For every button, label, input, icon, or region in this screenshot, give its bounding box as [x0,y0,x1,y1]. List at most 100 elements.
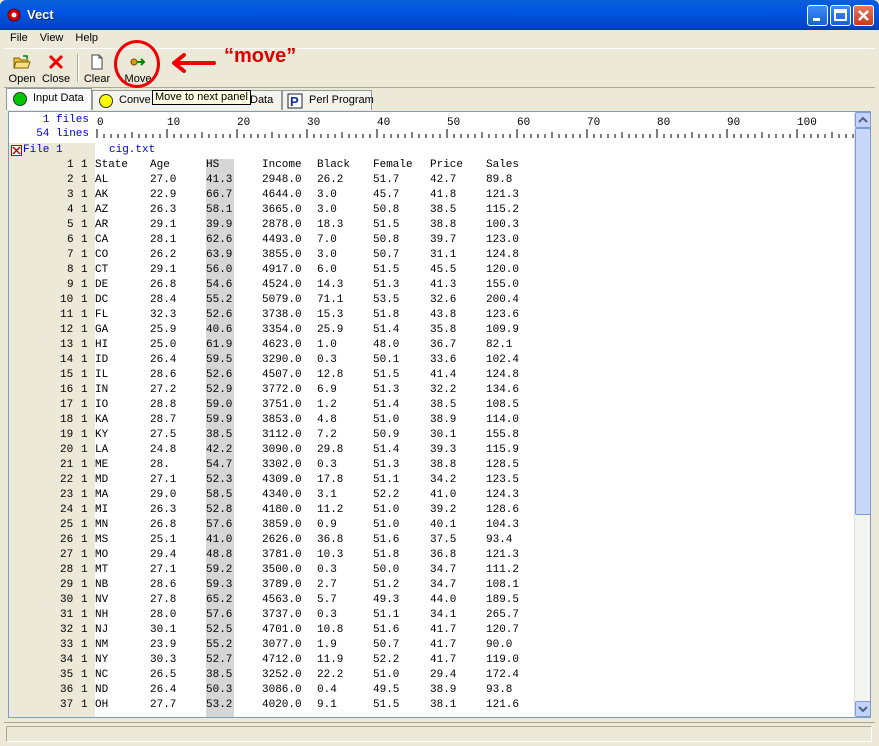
file-content[interactable]: File 1 cig.txt 1 1 State Age HS Income Black… [9,143,856,717]
column-header[interactable]: Female [373,158,413,173]
table-cell: 50.9 [373,429,400,441]
table-cell: MD [95,474,109,486]
column-header[interactable]: Income [262,158,302,173]
table-cell: 123.0 [486,234,520,246]
line-number: 10 [60,294,74,306]
close-file-button[interactable]: Close [40,51,72,87]
file-number: 1 [81,624,88,636]
title-bar[interactable]: Vect [0,0,879,30]
table-cell: 52.6 [206,309,233,321]
table-row: 30 1 NV 27.8 65.2 4563.0 5.7 49.3 44.0 189.5 [9,593,856,608]
table-cell: 50.3 [206,684,233,696]
table-cell: ND [95,684,109,696]
line-number: 22 [60,474,74,486]
table-cell: IO [95,399,109,411]
table-cell: 51.0 [373,519,400,531]
table-cell: 3781.0 [262,549,302,561]
table-cell: 51.5 [373,264,400,276]
clear-button[interactable]: Clear [82,51,112,87]
table-cell: 29.1 [150,264,177,276]
tab-data-label: Data [250,94,274,106]
file-number: 1 [81,219,88,231]
minimize-button[interactable] [807,5,828,26]
table-cell: 61.9 [206,339,233,351]
table-cell: CA [95,234,109,246]
table-cell: 93.8 [486,684,513,696]
table-cell: 34.7 [430,564,457,576]
table-cell: 71.1 [317,294,344,306]
table-cell: 82.1 [486,339,513,351]
scroll-thumb[interactable] [855,128,871,515]
table-cell: 58.5 [206,489,233,501]
table-cell: 25.9 [150,324,177,336]
close-window-button[interactable] [853,5,874,26]
line-number: 23 [60,489,74,501]
line-number: 24 [60,504,74,516]
table-cell: 3.0 [317,204,337,216]
column-header[interactable]: Age [150,158,170,173]
table-cell: 25.9 [317,324,344,336]
table-cell: 41.3 [206,174,233,186]
table-cell: 38.8 [430,459,457,471]
status-bar [4,722,875,742]
column-header[interactable]: Price [430,158,463,173]
table-row: 27 1 MO 29.4 48.8 3781.0 10.3 51.8 36.8 121.3 [9,548,856,563]
column-header[interactable]: State [95,158,128,173]
table-cell: IL [95,369,109,381]
table-cell: 11.2 [317,504,344,516]
table-cell: 124.8 [486,369,520,381]
table-cell: 50.7 [373,639,400,651]
close-icon [858,10,869,21]
table-cell: 9.1 [317,699,337,711]
table-cell: 3853.0 [262,414,302,426]
column-header[interactable]: Black [317,158,350,173]
maximize-button[interactable] [830,5,851,26]
table-cell: 3789.0 [262,579,302,591]
table-row: 2 1 AL 27.0 41.3 2948.0 26.2 51.7 42.7 89.8 [9,173,856,188]
data-panel[interactable]: 1 files 54 lines 0 10 20 30 40 50 60 70 80 90 100 … [8,111,871,718]
file-number: 1 [81,399,88,411]
table-cell: 5079.0 [262,294,302,306]
table-cell: 38.5 [430,399,457,411]
menu-file[interactable]: File [4,30,34,44]
ruler-label: 80 [657,117,670,129]
table-cell: 34.2 [430,474,457,486]
table-cell: 4493.0 [262,234,302,246]
column-header[interactable]: HS [206,158,219,173]
tab-perl-program[interactable]: P Perl Program [282,90,374,110]
table-cell: 25.0 [150,339,177,351]
table-cell: 11.9 [317,654,344,666]
tab-input-data[interactable]: Input Data [6,88,92,110]
table-row: 28 1 MT 27.1 59.2 3500.0 0.3 50.0 34.7 111.2 [9,563,856,578]
table-cell: 18.3 [317,219,344,231]
table-cell: 90.0 [486,639,513,651]
table-cell: 53.5 [373,294,400,306]
table-cell: 41.7 [430,639,457,651]
table-cell: 28.1 [150,234,177,246]
table-cell: 33.6 [430,354,457,366]
menu-help[interactable]: Help [69,30,104,44]
ruler-label: 40 [377,117,390,129]
open-button[interactable]: Open [6,51,38,87]
table-cell: 102.4 [486,354,520,366]
remove-file-icon[interactable] [11,145,22,156]
scroll-up-button[interactable] [855,112,871,128]
table-row: 34 1 NY 30.3 52.7 4712.0 11.9 52.2 41.7 119.0 [9,653,856,668]
table-cell: AK [95,189,109,201]
table-cell: 3.0 [317,249,337,261]
file-number: 1 [81,234,88,246]
menu-view[interactable]: View [34,30,70,44]
table-cell: 3252.0 [262,669,302,681]
table-cell: 4701.0 [262,624,302,636]
column-header[interactable]: Sales [486,158,519,173]
ruler-label: 10 [167,117,180,129]
scroll-down-button[interactable] [855,701,871,717]
table-cell: 52.9 [206,384,233,396]
maximize-icon [834,9,847,21]
table-cell: 38.5 [206,669,233,681]
table-cell: MI [95,504,109,516]
table-row: 29 1 NB 28.6 59.3 3789.0 2.7 51.2 34.7 108.1 [9,578,856,593]
file-number: 1 [81,309,88,321]
line-number: 25 [60,519,74,531]
vertical-scrollbar[interactable] [854,112,871,717]
